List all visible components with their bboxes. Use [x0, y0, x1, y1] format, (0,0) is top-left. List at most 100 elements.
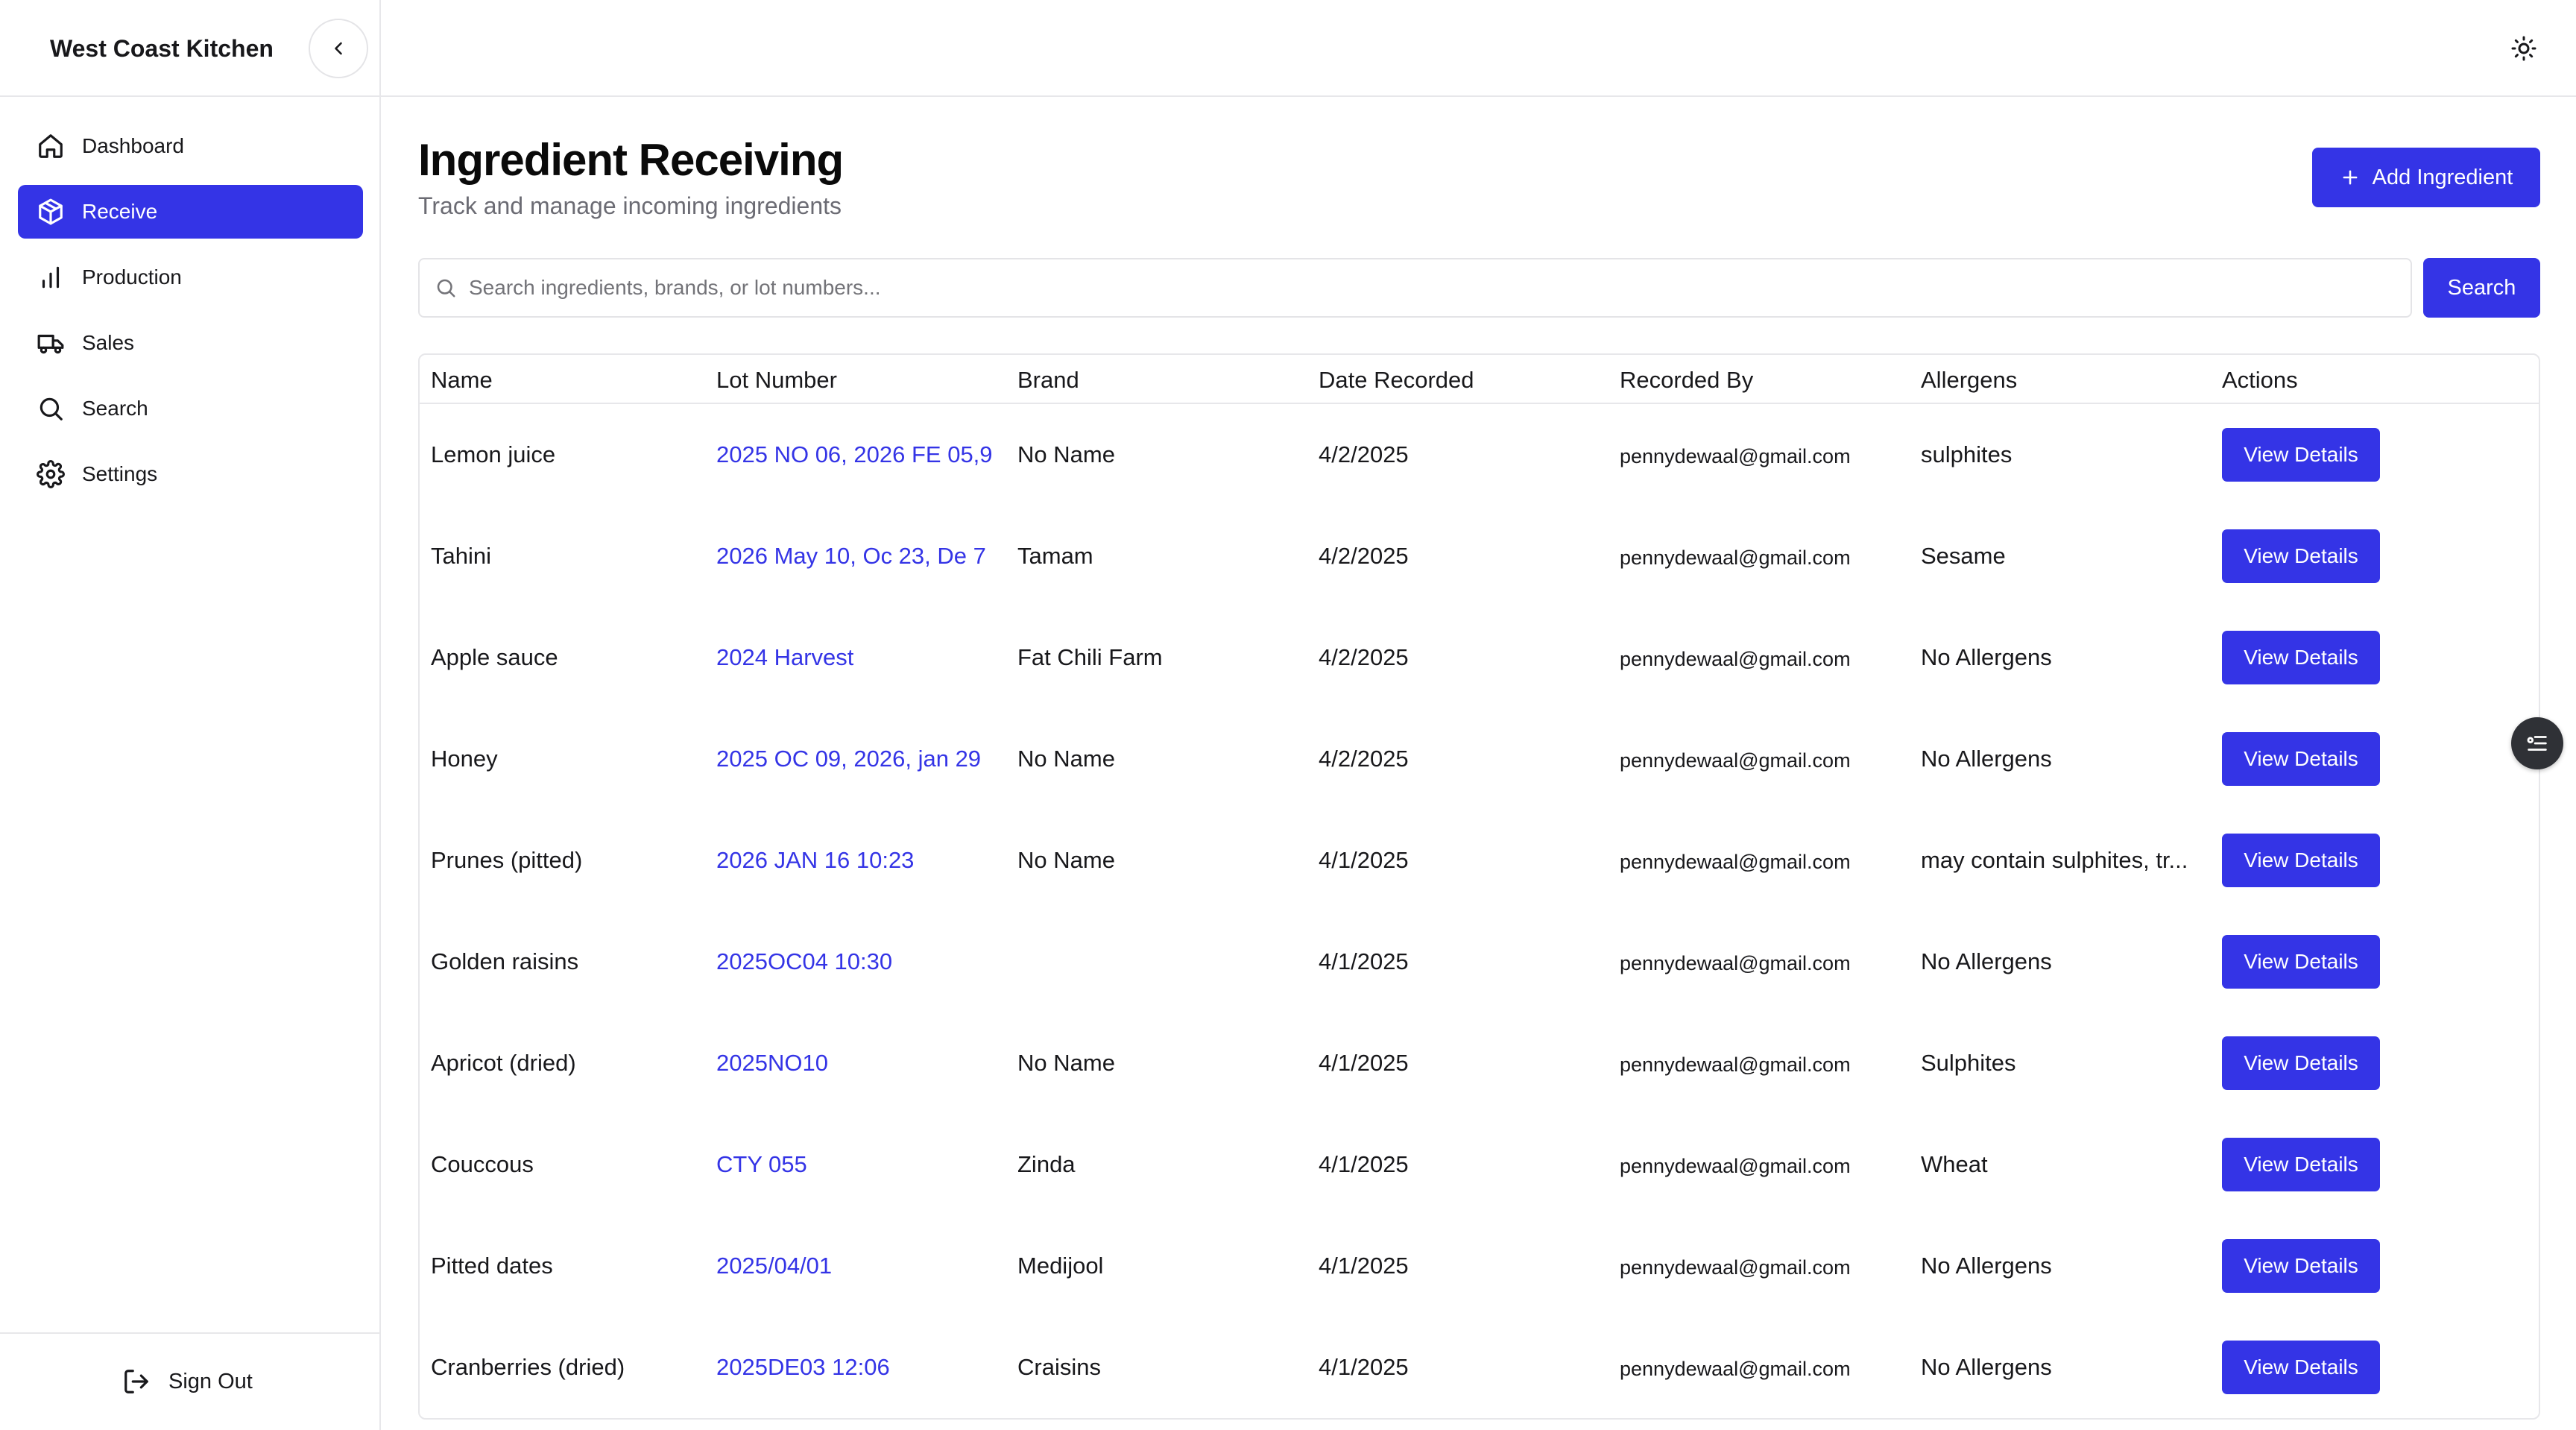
cell-date-recorded: 4/2/2025: [1319, 441, 1409, 467]
cell-lot-number[interactable]: 2025 NO 06, 2026 FE 05,9: [716, 441, 993, 468]
cell-recorded-by: pennydewaal@gmail.com: [1620, 749, 1851, 772]
chevron-left-icon: [335, 42, 342, 55]
cell-brand: Medijool: [1017, 1253, 1104, 1279]
cell-recorded-by: pennydewaal@gmail.com: [1620, 547, 1851, 569]
cell-lot-number[interactable]: 2024 Harvest: [716, 644, 853, 671]
sidebar-item-dashboard[interactable]: Dashboard: [18, 119, 363, 173]
column-header-recorded-by: Recorded By: [1620, 367, 1754, 393]
column-header-name: Name: [431, 367, 493, 393]
view-details-button[interactable]: View Details: [2222, 529, 2380, 583]
sidebar-item-settings[interactable]: Settings: [18, 447, 363, 501]
view-details-button[interactable]: View Details: [2222, 1239, 2380, 1293]
cell-lot-number[interactable]: 2025 OC 09, 2026, jan 29: [716, 746, 981, 772]
view-details-button[interactable]: View Details: [2222, 428, 2380, 482]
cell-date-recorded: 4/2/2025: [1319, 644, 1409, 670]
cell-brand: Tamam: [1017, 543, 1093, 569]
add-ingredient-button[interactable]: Add Ingredient: [2312, 148, 2540, 207]
list-filter-icon: [2527, 736, 2547, 751]
collapse-sidebar-button[interactable]: [309, 19, 368, 78]
column-header-lot-number: Lot Number: [716, 367, 837, 393]
cell-name: Tahini: [431, 543, 491, 569]
top-bar: [381, 0, 2576, 97]
sign-out-button[interactable]: Sign Out: [122, 1367, 253, 1396]
cell-date-recorded: 4/2/2025: [1319, 746, 1409, 772]
cell-name: Pitted dates: [431, 1253, 553, 1279]
search-input[interactable]: [469, 276, 2377, 300]
column-header-date-recorded: Date Recorded: [1319, 367, 1474, 393]
cell-brand: No Name: [1017, 847, 1115, 873]
truck-icon: [36, 328, 66, 358]
view-details-button[interactable]: View Details: [2222, 935, 2380, 989]
table-header: Name Lot Number Brand Date Recorded Reco…: [420, 355, 2539, 404]
cell-allergens: Sulphites: [1921, 1050, 2016, 1076]
sign-out-icon: [122, 1367, 152, 1396]
cell-lot-number[interactable]: 2025NO10: [716, 1050, 828, 1077]
sidebar-footer: Sign Out: [0, 1332, 379, 1430]
add-ingredient-label: Add Ingredient: [2372, 165, 2513, 189]
sidebar-item-search[interactable]: Search: [18, 382, 363, 435]
cell-recorded-by: pennydewaal@gmail.com: [1620, 1155, 1851, 1177]
cell-allergens: No Allergens: [1921, 1253, 2052, 1279]
table-row: Apple sauce 2024 Harvest Fat Chili Farm 4/2…: [420, 607, 2539, 708]
cell-name: Apricot (dried): [431, 1050, 576, 1076]
view-details-button[interactable]: View Details: [2222, 1341, 2380, 1394]
cell-name: Prunes (pitted): [431, 847, 583, 873]
sidebar: West Coast Kitchen Dashboard Receive Pro…: [0, 0, 381, 1430]
view-details-button[interactable]: View Details: [2222, 732, 2380, 786]
table-row: Lemon juice 2025 NO 06, 2026 FE 05,9 No Na…: [420, 404, 2539, 505]
sidebar-item-label: Settings: [82, 462, 158, 485]
sun-icon: [2511, 36, 2536, 61]
sidebar-header: West Coast Kitchen: [0, 0, 379, 97]
sidebar-item-label: Search: [82, 397, 148, 420]
table-row: Honey 2025 OC 09, 2026, jan 29 No Name 4/2/…: [420, 708, 2539, 810]
cell-lot-number[interactable]: 2025DE03 12:06: [716, 1354, 890, 1381]
search-button[interactable]: Search: [2423, 258, 2540, 318]
bar-chart-icon: [36, 262, 66, 292]
page-subtitle: Track and manage incoming ingredients: [418, 192, 842, 219]
cell-date-recorded: 4/1/2025: [1319, 1354, 1409, 1380]
cell-lot-number[interactable]: 2026 May 10, Oc 23, De 7: [716, 543, 986, 570]
cell-allergens: No Allergens: [1921, 746, 2052, 772]
column-header-allergens: Allergens: [1921, 367, 2018, 393]
sidebar-item-label: Production: [82, 265, 182, 289]
cell-brand: Zinda: [1017, 1151, 1076, 1177]
search-icon: [36, 394, 66, 423]
brand-name: West Coast Kitchen: [50, 35, 274, 62]
sidebar-item-receive[interactable]: Receive: [18, 185, 363, 239]
view-details-button[interactable]: View Details: [2222, 631, 2380, 684]
cell-lot-number[interactable]: 2026 JAN 16 10:23: [716, 847, 914, 874]
cell-lot-number[interactable]: 2025OC04 10:30: [716, 948, 892, 975]
cell-name: Honey: [431, 746, 498, 772]
cell-recorded-by: pennydewaal@gmail.com: [1620, 1358, 1851, 1380]
cell-name: Lemon juice: [431, 441, 556, 467]
cell-date-recorded: 4/1/2025: [1319, 948, 1409, 974]
home-icon: [36, 131, 66, 161]
column-header-brand: Brand: [1017, 367, 1079, 393]
cell-brand: No Name: [1017, 746, 1115, 772]
cell-recorded-by: pennydewaal@gmail.com: [1620, 851, 1851, 873]
view-details-button[interactable]: View Details: [2222, 834, 2380, 887]
sign-out-label: Sign Out: [168, 1369, 253, 1393]
cell-brand: Craisins: [1017, 1354, 1101, 1380]
cell-lot-number[interactable]: 2025/04/01: [716, 1253, 832, 1279]
table-row: Tahini 2026 May 10, Oc 23, De 7 Tamam 4/2/2…: [420, 505, 2539, 607]
page-title: Ingredient Receiving: [418, 135, 844, 185]
cell-allergens: No Allergens: [1921, 644, 2052, 670]
cell-name: Couccous: [431, 1151, 534, 1177]
sidebar-nav: Dashboard Receive Production Sales Searc…: [18, 119, 363, 513]
table-row: Couccous CTY 055 Zinda 4/1/2025 pennydewaal@…: [420, 1114, 2539, 1215]
view-details-button[interactable]: View Details: [2222, 1138, 2380, 1191]
floating-menu-button[interactable]: [2511, 717, 2563, 769]
cell-date-recorded: 4/2/2025: [1319, 543, 1409, 569]
sidebar-item-production[interactable]: Production: [18, 251, 363, 304]
cell-lot-number[interactable]: CTY 055: [716, 1151, 807, 1178]
cell-allergens: sulphites: [1921, 441, 2012, 467]
table-row: Pitted dates 2025/04/01 Medijool 4/1/2025 pe…: [420, 1215, 2539, 1317]
sidebar-item-sales[interactable]: Sales: [18, 316, 363, 370]
cell-allergens: may contain sulphites, tr...: [1921, 847, 2188, 873]
sidebar-item-label: Receive: [82, 200, 158, 223]
view-details-button[interactable]: View Details: [2222, 1036, 2380, 1090]
theme-toggle-button[interactable]: [2509, 34, 2539, 63]
ingredients-table: Name Lot Number Brand Date Recorded Reco…: [418, 353, 2540, 1420]
cell-allergens: Wheat: [1921, 1151, 1988, 1177]
